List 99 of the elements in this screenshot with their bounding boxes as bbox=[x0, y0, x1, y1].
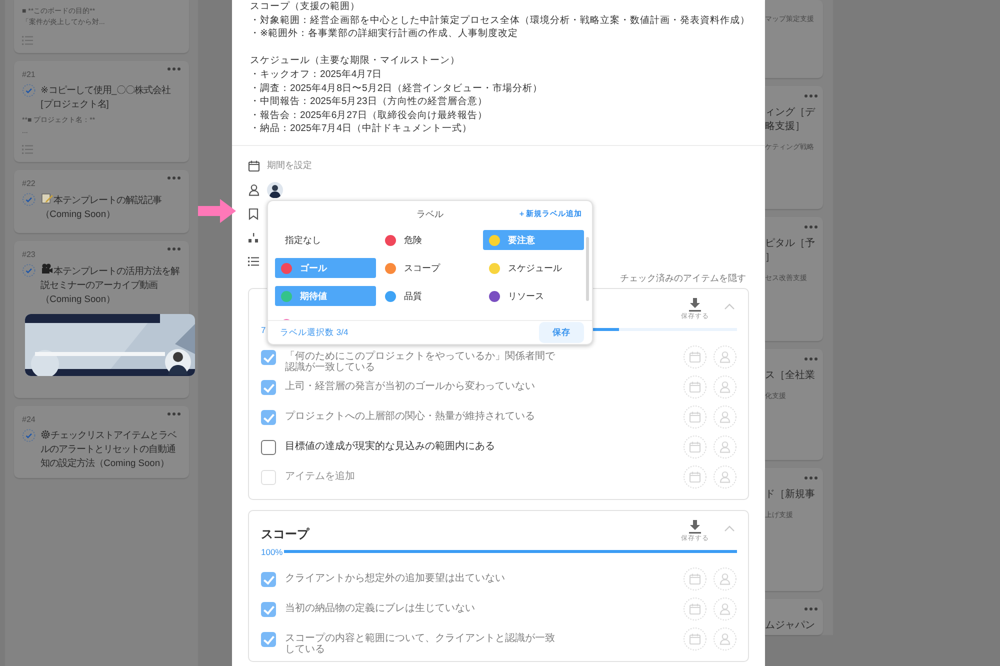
checkbox[interactable] bbox=[261, 572, 276, 587]
checkbox[interactable] bbox=[261, 632, 276, 647]
more-icon[interactable] bbox=[167, 176, 181, 180]
label-option[interactable]: ゴール bbox=[275, 258, 376, 278]
due-date-icon[interactable] bbox=[683, 596, 707, 621]
checklist-item: 目標値の達成が現実的な見込みの範囲内にある bbox=[285, 440, 495, 452]
checklist-item: 上司・経営層の発言が当初のゴールから変わっていない bbox=[285, 380, 535, 392]
checklist-item: 当初の納品物の定義にブレは生じていない bbox=[285, 602, 475, 614]
save-button[interactable]: 保存 bbox=[539, 322, 584, 343]
description-line: ・調査：2025年4月8日〜5月2日（経営インタビュー・市場分析） bbox=[250, 82, 543, 96]
avatar[interactable] bbox=[267, 182, 283, 198]
checkbox[interactable] bbox=[261, 380, 276, 395]
label-option[interactable]: リソース bbox=[483, 286, 584, 306]
checklist-item: スコープの内容と範囲について、クライアントと認識が一致している bbox=[285, 632, 556, 656]
due-date-icon[interactable] bbox=[683, 374, 707, 399]
description-line: ・納品：2025年7月4日（中計ドキュメント一式） bbox=[250, 122, 472, 136]
more-icon[interactable] bbox=[804, 606, 818, 611]
more-icon[interactable] bbox=[167, 247, 181, 251]
checklist-icon[interactable] bbox=[248, 257, 259, 266]
assignee-icon[interactable] bbox=[713, 404, 737, 429]
pointer-arrow bbox=[198, 199, 236, 223]
label-icon[interactable] bbox=[248, 208, 259, 220]
check-circle-icon[interactable] bbox=[22, 428, 36, 443]
assignee-icon[interactable] bbox=[713, 374, 737, 399]
description-line: ・報告会：2025年6月27日（取締役会向け最終報告） bbox=[250, 108, 488, 122]
due-date-icon[interactable] bbox=[683, 344, 707, 369]
card-title[interactable]: ド［新規事 bbox=[765, 488, 823, 502]
assignee-icon[interactable] bbox=[713, 434, 737, 459]
description-line: ・対象範囲：経営企画部を中心とした中計策定プロセス全体（環境分析・戦略立案・数値計画・発表資料作成） bbox=[250, 14, 750, 28]
label-option[interactable]: スコープ bbox=[379, 258, 480, 278]
more-icon[interactable] bbox=[167, 67, 181, 71]
card-number: #24 bbox=[22, 415, 36, 424]
checkbox[interactable] bbox=[261, 440, 276, 455]
description-line: スケジュール（主要な期限・マイルストーン） bbox=[250, 54, 460, 68]
label-option[interactable]: スケジュール bbox=[483, 258, 584, 278]
check-circle-icon[interactable] bbox=[22, 263, 36, 278]
progress-percent: 7 bbox=[261, 324, 266, 335]
label-option[interactable]: 指定なし bbox=[275, 230, 376, 250]
person-icon bbox=[248, 184, 260, 196]
memo-icon bbox=[40, 192, 53, 204]
card-title[interactable]: チェックリストアイテムとラベルのアラートとリセットの自動通知の設定方法（Coming Soon） bbox=[40, 428, 181, 470]
camera-icon bbox=[40, 263, 53, 275]
checklist-title: スコープ bbox=[261, 526, 309, 543]
label-option[interactable]: 期待値 bbox=[275, 286, 376, 306]
due-date-icon[interactable] bbox=[683, 434, 707, 459]
checklist-item: クライアントから想定外の追加要望は出ていない bbox=[285, 572, 505, 584]
ordering-icon[interactable] bbox=[248, 232, 259, 243]
check-circle-icon[interactable] bbox=[22, 83, 36, 98]
label-option[interactable]: 要注意 bbox=[483, 230, 584, 250]
card-title[interactable]: 略支援］ bbox=[765, 120, 823, 134]
more-icon[interactable] bbox=[804, 476, 818, 480]
assignee-icon[interactable] bbox=[713, 596, 737, 621]
card-title[interactable]: ピタル［予 bbox=[765, 237, 823, 252]
description-line: ・※範囲外：各事業部の詳細実行計画の作成、人事制度改定 bbox=[250, 27, 518, 41]
label-option[interactable]: 品質 bbox=[379, 286, 480, 306]
hide-checked-button[interactable]: チェック済みのアイテムを隠す bbox=[620, 272, 746, 285]
card-title[interactable]: 本テンプレートの活用方法を解説セミナーのアーカイブ動画（Coming Soon） bbox=[40, 263, 181, 306]
checkbox[interactable] bbox=[261, 602, 276, 617]
scrollbar[interactable] bbox=[586, 237, 589, 301]
assignee-icon[interactable] bbox=[713, 626, 737, 651]
more-icon[interactable] bbox=[804, 94, 818, 98]
more-icon[interactable] bbox=[167, 412, 181, 416]
card-number: #23 bbox=[22, 250, 36, 259]
card-number: #22 bbox=[22, 179, 36, 188]
collapse-icon[interactable] bbox=[724, 302, 735, 310]
checkbox[interactable] bbox=[261, 350, 276, 365]
card-title[interactable]: ィング［デ bbox=[765, 106, 823, 120]
card-title[interactable]: ※コピーして使用_〇〇株式会社[プロジェクト名] bbox=[40, 83, 181, 111]
selection-count: ラベル選択数 3/4 bbox=[280, 326, 348, 338]
checklist-item: プロジェクトへの上層部の関心・熱量が維持されている bbox=[285, 410, 535, 422]
due-date-field[interactable]: 期間を設定 bbox=[267, 159, 312, 172]
popup-title: ラベル bbox=[416, 208, 444, 220]
due-date-icon[interactable] bbox=[683, 566, 707, 591]
description-line: ・キックオフ：2025年4月7日 bbox=[250, 68, 382, 82]
card-number: #21 bbox=[22, 70, 36, 79]
collapse-icon[interactable] bbox=[724, 524, 735, 532]
card-title[interactable]: 本テンプレートの解説記事（Coming Soon） bbox=[40, 192, 181, 221]
due-date-icon[interactable] bbox=[683, 464, 707, 489]
description-line: スコープ（支援の範囲） bbox=[250, 0, 360, 14]
card-title[interactable]: ］ bbox=[765, 251, 823, 266]
check-circle-icon[interactable] bbox=[22, 192, 36, 207]
more-icon[interactable] bbox=[804, 356, 818, 361]
gear-icon bbox=[40, 430, 50, 439]
download-icon bbox=[688, 298, 702, 312]
assignee-icon[interactable] bbox=[713, 566, 737, 591]
description-line: ・中間報告：2025年5月23日（方向性の経営層合意） bbox=[250, 95, 488, 109]
checkbox[interactable] bbox=[261, 410, 276, 425]
progress-percent: 100% bbox=[261, 546, 283, 557]
label-option[interactable]: 危険 bbox=[379, 230, 480, 250]
assignee-icon[interactable] bbox=[713, 344, 737, 369]
checklist-item: 「何のためにこのプロジェクトをやっているか」関係者間で認識が一致している bbox=[285, 350, 556, 374]
card-title[interactable]: ス［全社業 bbox=[765, 368, 823, 383]
download-icon bbox=[688, 520, 702, 534]
due-date-icon[interactable] bbox=[683, 404, 707, 429]
more-icon[interactable] bbox=[804, 225, 818, 230]
assignee-icon[interactable] bbox=[713, 464, 737, 489]
due-date-icon[interactable] bbox=[683, 626, 707, 651]
calendar-icon bbox=[248, 160, 260, 172]
add-item-field[interactable]: アイテムを追加 bbox=[261, 468, 355, 485]
